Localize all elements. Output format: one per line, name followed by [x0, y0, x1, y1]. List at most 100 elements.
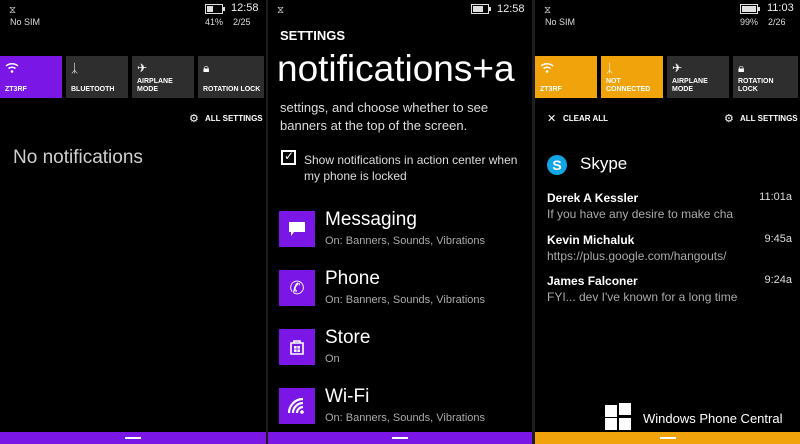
status-bar: ⧖ No SIM 41% 12:58 2/25 [0, 0, 266, 34]
app-name: Messaging [325, 209, 417, 230]
sender-name: Kevin Michaluk [547, 233, 635, 247]
battery-percent: 99% [740, 17, 759, 27]
quick-action-airplane[interactable]: ✈ AIRPLANE MODE [132, 56, 194, 98]
watermark-text: Windows Phone Central [643, 411, 783, 426]
action-center-empty: ⧖ No SIM 41% 12:58 2/25 ZT3RF ᛣ BLUETOOT… [0, 0, 266, 444]
airplane-icon: ✈ [672, 61, 683, 75]
phone-icon: ✆ [279, 270, 315, 306]
clock: 12:58 [497, 3, 525, 15]
message-preview: FYI... dev I've known for a long time [547, 290, 738, 304]
airplane-icon: ✈ [137, 61, 148, 75]
quick-action-bluetooth[interactable]: ᛣ BLUETOOTH [66, 56, 128, 98]
quick-action-rotation-lock[interactable]: 🔒︎ ROTATION LOCK [733, 56, 798, 98]
message-time: 11:01a [759, 191, 792, 203]
notification-item[interactable]: James Falconer 9:24a FYI... dev I've kno… [547, 274, 797, 312]
app-detail: On: Banners, Sounds, Vibrations [325, 412, 486, 424]
notification-app-name: Skype [580, 154, 628, 173]
date: 2/26 [768, 17, 786, 27]
nav-bar[interactable] [535, 432, 800, 444]
store-icon [279, 329, 315, 365]
page-title: notifications+a [277, 48, 515, 89]
action-center-notifications: ⧖ No SIM 99% 11:03 2/26 ZT3RF ᛣ NOT CONN… [535, 0, 800, 444]
signal-icon: ⧖ [9, 5, 17, 16]
section-header: SETTINGS [280, 28, 346, 43]
quick-action-airplane[interactable]: ✈ AIRPLANE MODE [667, 56, 729, 98]
watermark: Windows Phone Central [605, 403, 800, 433]
quick-actions: ZT3RF ᛣ BLUETOOTH ✈ AIRPLANE MODE 🔒︎ ROT… [0, 56, 266, 98]
nav-handle [659, 437, 676, 439]
message-preview: If you have any desire to make cha [547, 207, 734, 221]
clock: 11:03 [767, 2, 794, 14]
quick-actions: ZT3RF ᛣ NOT CONNECTED ✈ AIRPLANE MODE 🔒︎… [535, 56, 800, 98]
skype-icon: S [547, 155, 567, 175]
gear-icon: ⚙ [724, 113, 734, 125]
wifi-icon [5, 61, 21, 75]
message-time: 9:24a [764, 274, 792, 286]
all-settings-label: ALL SETTINGS [205, 114, 263, 123]
all-settings-link[interactable]: ⚙ ALL SETTINGS [189, 112, 263, 125]
clear-all-label: CLEAR ALL [563, 114, 609, 123]
quick-action-label: BLUETOOTH [71, 86, 115, 93]
message-time: 9:45a [764, 233, 792, 245]
close-icon: ✕ [547, 113, 557, 125]
signal-icon: ⧖ [544, 5, 552, 16]
empty-message: No notifications [13, 147, 143, 168]
quick-action-label: ZT3RF [5, 86, 27, 93]
lock-screen-checkbox[interactable]: ✓ [281, 149, 296, 165]
clock: 12:58 [231, 2, 259, 14]
app-row-phone[interactable]: ✆ Phone On: Banners, Sounds, Vibrations [279, 268, 529, 306]
battery-percent: 41% [205, 17, 224, 27]
all-settings-link[interactable]: ⚙ ALL SETTINGS [724, 112, 798, 125]
nav-bar[interactable] [268, 432, 532, 444]
app-detail: On [325, 353, 340, 365]
notification-settings: ⧖ 12:58 SETTINGS notifications+a setting… [268, 0, 532, 444]
app-row-store[interactable]: Store On [279, 327, 529, 365]
wifi-icon [279, 388, 315, 424]
signal-icon: ⧖ [277, 5, 285, 16]
carrier-text: No SIM [10, 17, 41, 27]
nav-handle [125, 437, 141, 439]
checkbox-label: Show notifications in action center when… [304, 153, 518, 183]
app-row-messaging[interactable]: Messaging On: Banners, Sounds, Vibration… [279, 209, 529, 247]
wifi-icon [540, 61, 556, 75]
sender-name: Derek A Kessler [547, 191, 639, 205]
message-preview: https://plus.google.com/hangouts/ [547, 249, 727, 263]
date: 2/25 [233, 17, 251, 27]
all-settings-label: ALL SETTINGS [740, 114, 798, 123]
rotation-lock-icon: 🔒︎ [203, 61, 210, 75]
windows-logo-icon [605, 403, 633, 431]
quick-action-label: NOT CONNECTED [606, 78, 651, 93]
app-detail: On: Banners, Sounds, Vibrations [325, 235, 486, 247]
app-row-wifi[interactable]: Wi-Fi On: Banners, Sounds, Vibrations [279, 386, 529, 424]
carrier-text: No SIM [545, 17, 576, 27]
quick-action-rotation-lock[interactable]: 🔒︎ ROTATION LOCK [198, 56, 264, 98]
app-name: Store [325, 327, 371, 348]
battery-icon [740, 4, 760, 14]
quick-action-bluetooth[interactable]: ᛣ NOT CONNECTED [601, 56, 663, 98]
app-name: Wi-Fi [325, 386, 370, 407]
battery-icon [205, 4, 225, 14]
battery-charging-icon [471, 4, 491, 14]
check-icon: ✓ [284, 149, 295, 163]
description-text: settings, and choose whether to see bann… [280, 100, 489, 133]
message-icon [279, 211, 315, 247]
clear-all-button[interactable]: ✕ CLEAR ALL [547, 112, 608, 125]
quick-action-label: ROTATION LOCK [738, 78, 774, 93]
bluetooth-icon: ᛣ [71, 61, 79, 75]
notification-item[interactable]: Derek A Kessler 11:01a If you have any d… [547, 191, 797, 229]
bluetooth-icon: ᛣ [606, 61, 614, 75]
quick-action-wifi[interactable]: ZT3RF [535, 56, 597, 98]
quick-action-label: ZT3RF [540, 86, 562, 93]
nav-handle [392, 437, 408, 439]
quick-action-wifi[interactable]: ZT3RF [0, 56, 62, 98]
status-bar: ⧖ No SIM 99% 11:03 2/26 [535, 0, 800, 34]
quick-action-label: AIRPLANE MODE [672, 78, 708, 93]
app-detail: On: Banners, Sounds, Vibrations [325, 294, 486, 306]
quick-action-label: ROTATION LOCK [203, 86, 261, 93]
quick-action-label: AIRPLANE MODE [137, 78, 173, 93]
rotation-lock-icon: 🔒︎ [738, 61, 745, 75]
nav-bar[interactable] [0, 432, 266, 444]
app-name: Phone [325, 268, 380, 289]
gear-icon: ⚙ [189, 113, 199, 125]
notification-item[interactable]: Kevin Michaluk 9:45a https://plus.google… [547, 233, 797, 271]
